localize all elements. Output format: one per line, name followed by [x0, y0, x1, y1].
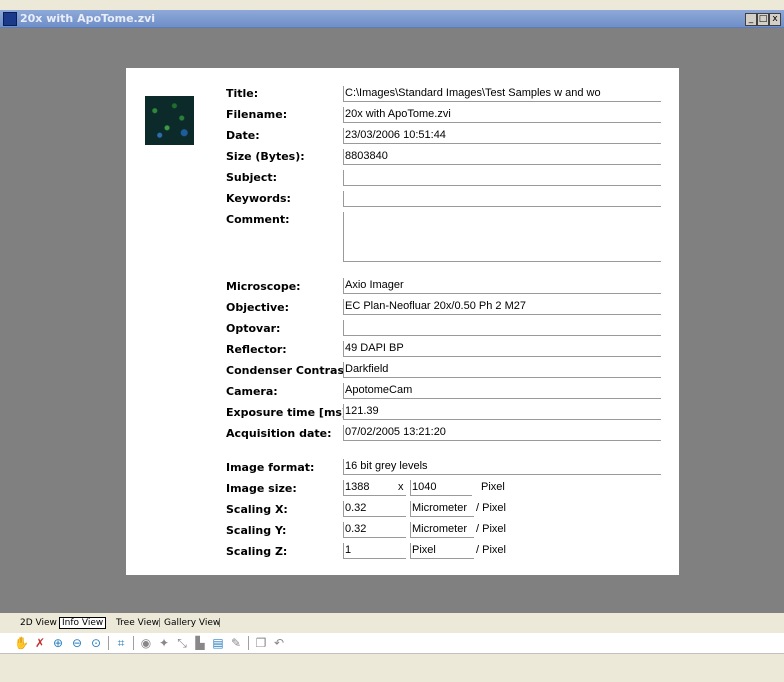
toolbar-separator [248, 636, 249, 650]
scaling-z-per: / Pixel [476, 544, 506, 556]
label-scaling-x: Scaling X: [226, 503, 288, 516]
label-exposure-time: Exposure time [ms]: [226, 406, 352, 419]
app-icon [3, 12, 17, 26]
label-optovar: Optovar: [226, 322, 281, 335]
field-microscope[interactable]: Axio Imager [343, 278, 661, 294]
image-size-unit: Pixel [481, 481, 505, 493]
zoom-out-icon[interactable]: ⊖ [70, 636, 84, 650]
field-optovar[interactable] [343, 320, 661, 336]
zoom-fit-icon[interactable]: ⊙ [89, 636, 103, 650]
export-icon[interactable]: ▤ [211, 636, 225, 650]
label-title: Title: [226, 87, 259, 100]
label-keywords: Keywords: [226, 192, 291, 205]
field-reflector[interactable]: 49 DAPI BP [343, 341, 661, 357]
label-comment: Comment: [226, 213, 290, 226]
field-scaling-y[interactable]: 0.32 [343, 522, 406, 538]
toolbar-separator [133, 636, 134, 650]
label-subject: Subject: [226, 171, 278, 184]
tab-tree-view[interactable]: Tree View [116, 618, 159, 628]
field-objective[interactable]: EC Plan-Neofluar 20x/0.50 Ph 2 M27 [343, 299, 661, 315]
toolbar: ✋ ✗ ⊕ ⊖ ⊙ ⌗ ◉ ✦ ⤡ ▙ ▤ ✎ ❐ ↶ [0, 633, 784, 654]
toolbar-separator [108, 636, 109, 650]
field-scaling-y-unit[interactable]: Micrometer [410, 522, 474, 538]
field-title[interactable]: C:\Images\Standard Images\Test Samples w… [343, 86, 661, 102]
field-exposure-time[interactable]: 121.39 [343, 404, 661, 420]
histogram-icon[interactable]: ▙ [193, 636, 207, 650]
copy-icon[interactable]: ❐ [254, 636, 268, 650]
pan-icon[interactable]: ✋ [14, 636, 29, 650]
label-acquisition-date: Acquisition date: [226, 427, 332, 440]
crop-icon[interactable]: ⌗ [114, 636, 128, 650]
label-objective: Objective: [226, 301, 290, 314]
minimize-button[interactable]: _ [745, 13, 757, 26]
label-size: Size (Bytes): [226, 150, 305, 163]
image-size-separator: x [398, 481, 404, 493]
tab-gallery-view[interactable]: Gallery View [164, 618, 220, 628]
label-image-size: Image size: [226, 482, 297, 495]
close-button[interactable]: x [769, 13, 781, 26]
label-microscope: Microscope: [226, 280, 301, 293]
field-image-format[interactable]: 16 bit grey levels [343, 459, 661, 475]
marker-icon[interactable]: ✦ [157, 636, 171, 650]
field-scaling-z[interactable]: 1 [343, 543, 406, 559]
graph-icon[interactable]: ⤡ [175, 636, 189, 650]
scaling-x-per: / Pixel [476, 502, 506, 514]
field-keywords[interactable] [343, 191, 661, 207]
field-size[interactable]: 8803840 [343, 149, 661, 165]
field-subject[interactable] [343, 170, 661, 186]
field-condenser-contrast[interactable]: Darkfield [343, 362, 661, 378]
field-image-width[interactable]: 1388 [343, 480, 406, 496]
undo-icon[interactable]: ↶ [272, 636, 286, 650]
label-scaling-z: Scaling Z: [226, 545, 288, 558]
tab-separator: | [158, 618, 162, 628]
tab-separator: | [218, 618, 222, 628]
window-titlebar[interactable]: 20x with ApoTome.zvi _ □ x [0, 10, 784, 28]
field-acquisition-date[interactable]: 07/02/2005 13:21:20 [343, 425, 661, 441]
view-tab-bar: 2D View Info View Tree View | Gallery Vi… [0, 613, 784, 633]
field-image-height[interactable]: 1040 [410, 480, 472, 496]
channel-icon[interactable]: ◉ [139, 636, 153, 650]
field-scaling-z-unit[interactable]: Pixel [410, 543, 474, 559]
label-scaling-y: Scaling Y: [226, 524, 287, 537]
label-condenser-contrast: Condenser Contrast: [226, 364, 354, 377]
label-image-format: Image format: [226, 461, 315, 474]
field-comment[interactable] [343, 212, 661, 262]
label-reflector: Reflector: [226, 343, 287, 356]
label-date: Date: [226, 129, 260, 142]
field-filename[interactable]: 20x with ApoTome.zvi [343, 107, 661, 123]
label-camera: Camera: [226, 385, 278, 398]
field-date[interactable]: 23/03/2006 10:51:44 [343, 128, 661, 144]
maximize-button[interactable]: □ [757, 13, 769, 26]
delete-icon[interactable]: ✗ [33, 636, 47, 650]
tab-info-view[interactable]: Info View [59, 617, 107, 629]
field-scaling-x[interactable]: 0.32 [343, 501, 406, 517]
image-thumbnail [145, 96, 194, 145]
label-filename: Filename: [226, 108, 288, 121]
window-title: 20x with ApoTome.zvi [20, 12, 156, 25]
field-camera[interactable]: ApotomeCam [343, 383, 661, 399]
field-scaling-x-unit[interactable]: Micrometer [410, 501, 474, 517]
scaling-y-per: / Pixel [476, 523, 506, 535]
zoom-in-icon[interactable]: ⊕ [51, 636, 65, 650]
tab-2d-view[interactable]: 2D View [20, 618, 57, 628]
draw-icon[interactable]: ✎ [229, 636, 243, 650]
